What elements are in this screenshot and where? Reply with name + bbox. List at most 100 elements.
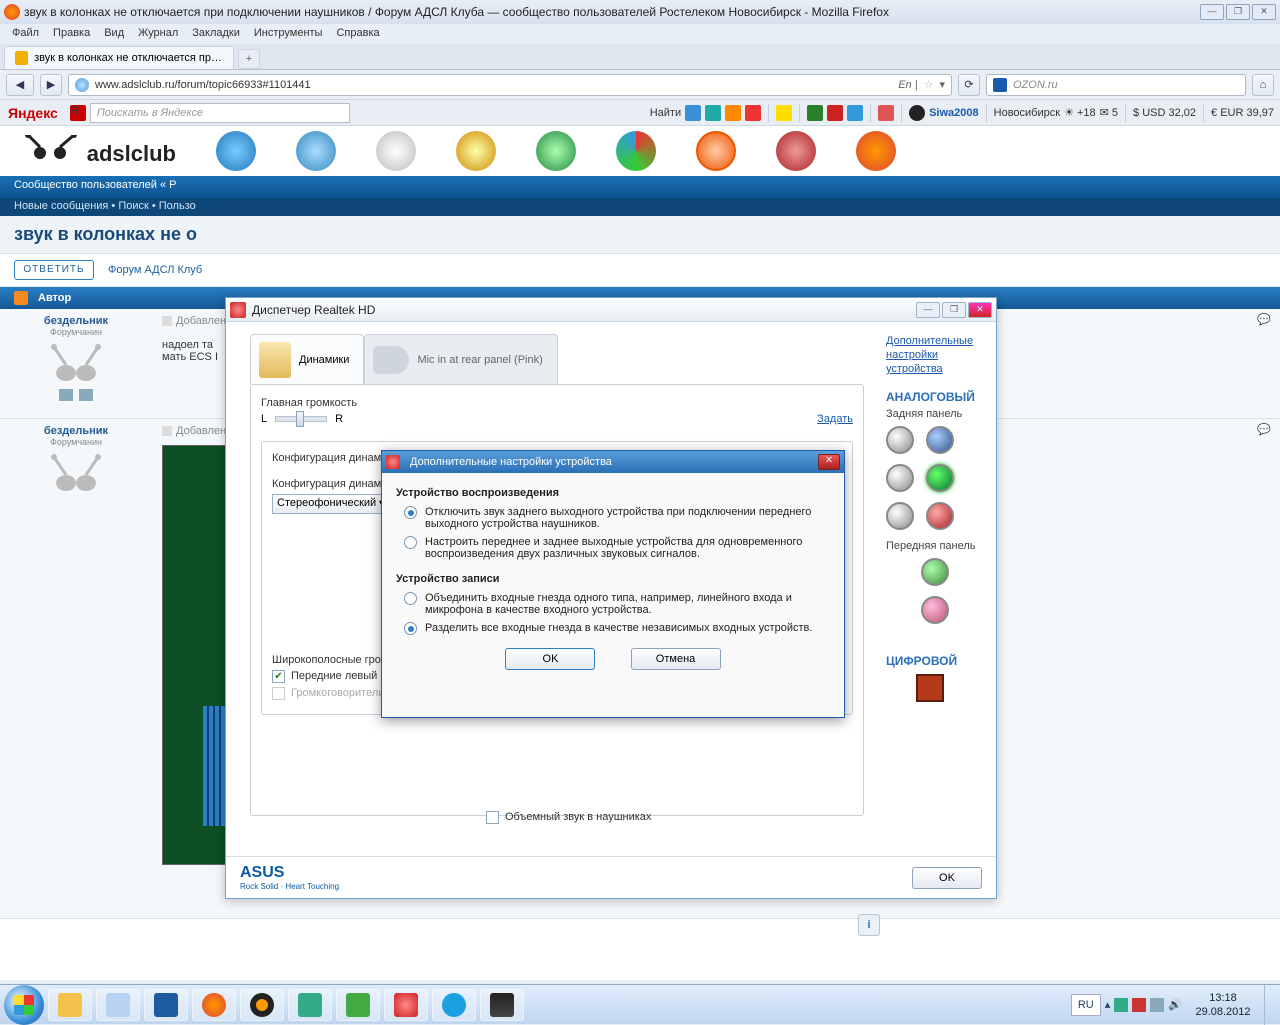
dropdown-arrow-icon[interactable]: ▾ [939, 78, 945, 91]
nav-icon[interactable] [776, 131, 816, 171]
toolbar-mail[interactable]: ✉ 5 [1100, 106, 1118, 119]
menu-history[interactable]: Журнал [132, 26, 184, 42]
checkbox-surround-hp[interactable] [486, 811, 499, 824]
jack-front-green[interactable] [921, 558, 949, 586]
taskbar-explorer[interactable] [48, 989, 92, 1021]
taskbar-realtek[interactable] [384, 989, 428, 1021]
post-author[interactable]: бездельник [6, 315, 146, 327]
post-author[interactable]: бездельник [6, 425, 146, 437]
playback-option-2[interactable]: Настроить переднее и заднее выходные уст… [396, 533, 830, 563]
maximize-button[interactable]: ❐ [1226, 4, 1250, 20]
toolbar-icon[interactable] [685, 105, 701, 121]
tray-network-icon[interactable] [1150, 998, 1164, 1012]
jack-blue[interactable] [926, 426, 954, 454]
browser-tab[interactable]: звук в колонках не отключается при п... [4, 46, 234, 69]
taskbar-app[interactable] [288, 989, 332, 1021]
jack-grey2[interactable] [886, 464, 914, 492]
digital-out-icon[interactable] [916, 674, 944, 702]
tray-icon[interactable] [1132, 998, 1146, 1012]
info-button[interactable]: i [858, 914, 880, 936]
new-tab-button[interactable]: + [238, 49, 260, 69]
dialog-ok-button[interactable]: OK [505, 648, 595, 670]
nav-icon[interactable] [616, 131, 656, 171]
taskbar-skype[interactable] [432, 989, 476, 1021]
close-button[interactable]: ✕ [1252, 4, 1276, 20]
url-bar[interactable]: www.adslclub.ru/forum/topic66933#1101441… [68, 74, 952, 96]
start-button[interactable] [4, 985, 44, 1025]
nav-icon[interactable] [216, 131, 256, 171]
rss-icon[interactable] [14, 291, 28, 305]
taskbar-firefox[interactable] [192, 989, 236, 1021]
quote-icon[interactable]: 💬 [1257, 424, 1271, 436]
reply-button[interactable]: ОТВЕТИТЬ [14, 260, 94, 280]
tray-volume-icon[interactable]: 🔊 [1168, 998, 1182, 1011]
taskbar-clock[interactable]: 13:18 29.08.2012 [1186, 991, 1260, 1019]
dialog-cancel-button[interactable]: Отмена [631, 648, 721, 670]
user-action-icon[interactable] [59, 389, 73, 401]
dialog-close-button[interactable]: ✕ [818, 454, 840, 470]
toolbar-icon[interactable] [705, 105, 721, 121]
config-combo[interactable]: Стереофонический ▾ [272, 494, 392, 514]
toolbar-icon[interactable] [807, 105, 823, 121]
taskbar-app[interactable] [96, 989, 140, 1021]
yandex-search-input[interactable]: Поискать в Яндексе [90, 103, 350, 123]
toolbar-city[interactable]: Новосибирск [994, 107, 1060, 119]
nav-icon[interactable] [856, 131, 896, 171]
minimize-button[interactable]: — [1200, 4, 1224, 20]
show-desktop-button[interactable] [1264, 985, 1276, 1025]
language-indicator[interactable]: RU [1071, 994, 1101, 1016]
toolbar-eur[interactable]: € EUR 39,97 [1211, 107, 1274, 119]
checkbox-front[interactable]: ✔ [272, 670, 285, 683]
user-action-icon[interactable] [79, 389, 93, 401]
breadcrumb[interactable]: Форум АДСЛ Клуб [108, 264, 202, 276]
toolbar-icon[interactable] [776, 105, 792, 121]
jack-front-pink[interactable] [921, 596, 949, 624]
toolbar-icon[interactable] [878, 105, 894, 121]
toolbar-icon[interactable] [847, 105, 863, 121]
rt-close-button[interactable]: ✕ [968, 302, 992, 318]
forward-button[interactable]: ▶ [40, 74, 62, 96]
jack-grey3[interactable] [886, 502, 914, 530]
set-button[interactable]: Задать [817, 413, 853, 425]
bookmark-star-icon[interactable]: ☆ [924, 78, 934, 91]
tray-icon[interactable] [1114, 998, 1128, 1012]
taskbar-app[interactable] [480, 989, 524, 1021]
realtek-titlebar[interactable]: Диспетчер Realtek HD — ❐ ✕ [226, 298, 996, 322]
jack-grey[interactable] [886, 426, 914, 454]
jack-green-active[interactable] [926, 464, 954, 492]
menu-file[interactable]: Файл [6, 26, 45, 42]
menu-help[interactable]: Справка [330, 26, 385, 42]
menu-edit[interactable]: Правка [47, 26, 96, 42]
tab-mic[interactable]: Mic in at rear panel (Pink) [364, 334, 557, 384]
balance-slider[interactable] [275, 416, 327, 422]
menu-tools[interactable]: Инструменты [248, 26, 329, 42]
nav-icon[interactable] [376, 131, 416, 171]
nav-icon[interactable] [536, 131, 576, 171]
advanced-settings-link[interactable]: Дополнительные настройки устройства [886, 334, 986, 376]
record-option-1[interactable]: Объединить входные гнезда одного типа, н… [396, 589, 830, 619]
record-option-2[interactable]: Разделить все входные гнезда в качестве … [396, 619, 830, 638]
reload-button[interactable]: ⟳ [958, 74, 980, 96]
dialog-titlebar[interactable]: Дополнительные настройки устройства ✕ [382, 451, 844, 473]
taskbar-app[interactable] [336, 989, 380, 1021]
toolbar-icon[interactable] [725, 105, 741, 121]
menu-view[interactable]: Вид [98, 26, 130, 42]
yandex-search-icon[interactable]: Я [70, 105, 86, 121]
nav-icon[interactable] [296, 131, 336, 171]
toolbar-icon[interactable] [827, 105, 843, 121]
toolbar-user[interactable]: Siwa2008 [929, 107, 979, 119]
realtek-ok-button[interactable]: OK [912, 867, 982, 889]
rt-minimize-button[interactable]: — [916, 302, 940, 318]
rt-maximize-button[interactable]: ❐ [942, 302, 966, 318]
tray-chevron-icon[interactable]: ▴ [1105, 998, 1111, 1011]
toolbar-icon[interactable] [745, 105, 761, 121]
menu-bookmarks[interactable]: Закладки [186, 26, 246, 42]
quote-icon[interactable]: 💬 [1257, 314, 1271, 326]
steam-icon[interactable] [909, 105, 925, 121]
toolbar-weather[interactable]: ☀ +18 [1064, 106, 1096, 119]
find-label[interactable]: Найти [650, 107, 681, 119]
nav-icon[interactable] [456, 131, 496, 171]
playback-option-1[interactable]: Отключить звук заднего выходного устройс… [396, 503, 830, 533]
home-button[interactable]: ⌂ [1252, 74, 1274, 96]
search-bar[interactable]: OZON.ru [986, 74, 1246, 96]
